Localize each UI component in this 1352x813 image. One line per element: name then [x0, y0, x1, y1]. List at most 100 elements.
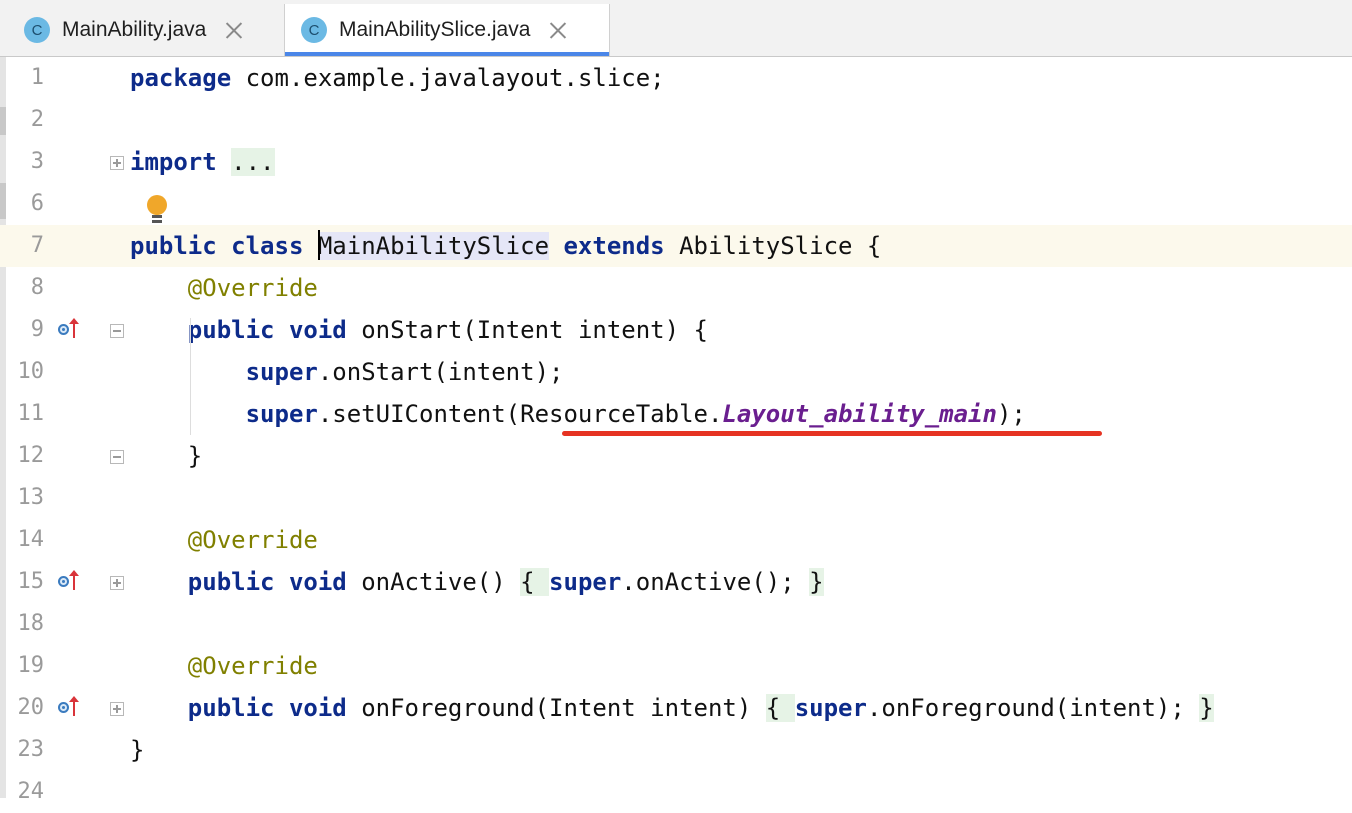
line-number: 3	[30, 149, 44, 174]
annotation-token: @Override	[187, 652, 318, 680]
keyword-token: package	[130, 64, 232, 92]
line-number: 2	[30, 107, 44, 132]
editor-tab-bar: C MainAbility.java C MainAbilitySlice.ja…	[0, 0, 1352, 57]
code-line[interactable]: 3 import ...	[0, 141, 1352, 183]
static-field-token: Layout_ability_main	[722, 400, 997, 428]
keyword-token: public void	[187, 568, 347, 596]
tab-label: MainAbility.java	[62, 18, 207, 41]
code-line[interactable]: 1 package com.example.javalayout.slice;	[0, 57, 1352, 99]
code-token: );	[996, 400, 1026, 428]
code-text[interactable]: public void onStart(Intent intent) {	[130, 309, 708, 351]
line-number: 7	[30, 233, 44, 258]
code-line[interactable]: 13	[0, 477, 1352, 519]
code-token: .onForeground(intent);	[866, 694, 1200, 722]
code-token: onActive()	[346, 568, 521, 596]
tab-mainability[interactable]: C MainAbility.java	[12, 4, 280, 56]
code-token: AbilitySlice {	[664, 232, 882, 260]
code-text[interactable]: }	[130, 729, 144, 771]
keyword-token: super	[549, 568, 622, 596]
code-line[interactable]: 11 super.setUIContent(ResourceTable.Layo…	[0, 393, 1352, 435]
code-text[interactable]: public void onForeground(Intent intent) …	[130, 687, 1214, 729]
keyword-token: public class	[130, 232, 304, 260]
line-number: 1	[30, 65, 44, 90]
code-line[interactable]: 8 @Override	[0, 267, 1352, 309]
line-number: 12	[17, 443, 45, 468]
fold-expand-icon[interactable]	[110, 156, 124, 170]
line-number: 11	[17, 401, 45, 426]
line-number: 18	[17, 611, 45, 636]
line-number: 24	[17, 779, 45, 804]
text-caret	[317, 230, 320, 260]
code-line[interactable]: 10 super.onStart(intent);	[0, 351, 1352, 393]
keyword-token: super	[245, 400, 318, 428]
code-line[interactable]: 9 public void onStart(Intent intent) {	[0, 309, 1352, 351]
code-line[interactable]: 12 }	[0, 435, 1352, 477]
code-text[interactable]: super.setUIContent(ResourceTable.Layout_…	[130, 393, 1026, 435]
red-underline-annotation	[562, 431, 1102, 436]
code-text[interactable]: public class MainAbilitySlice extends Ab…	[130, 225, 881, 267]
indent-guide	[190, 318, 191, 435]
code-token: }	[130, 736, 145, 764]
folded-region[interactable]: ...	[231, 148, 275, 176]
code-line[interactable]: 14 @Override	[0, 519, 1352, 561]
code-line[interactable]: 24	[0, 771, 1352, 813]
code-line[interactable]: 23}	[0, 729, 1352, 771]
line-number: 23	[17, 737, 45, 762]
fold-expand-icon[interactable]	[110, 702, 124, 716]
close-icon[interactable]	[224, 20, 244, 40]
code-line[interactable]: 19 @Override	[0, 645, 1352, 687]
code-text[interactable]: import ...	[130, 141, 275, 183]
keyword-token: super	[794, 694, 867, 722]
folded-region[interactable]: {	[765, 694, 795, 722]
tab-label: MainAbilitySlice.java	[339, 18, 531, 41]
code-text[interactable]: }	[130, 435, 202, 477]
code-text[interactable]: super.onStart(intent);	[130, 351, 564, 393]
code-line[interactable]: 15 public void onActive() { super.onActi…	[0, 561, 1352, 603]
fold-end-icon[interactable]	[110, 450, 124, 464]
code-token: }	[130, 442, 203, 470]
code-line[interactable]: 2	[0, 99, 1352, 141]
folded-region[interactable]: }	[809, 568, 824, 596]
folded-region[interactable]: {	[520, 568, 550, 596]
code-line[interactable]: 18	[0, 603, 1352, 645]
code-text[interactable]: package com.example.javalayout.slice;	[130, 57, 665, 99]
code-token: .onStart(intent);	[317, 358, 564, 386]
override-icon[interactable]	[58, 318, 82, 342]
code-token: onStart(Intent intent) {	[346, 316, 708, 344]
lightbulb-icon[interactable]	[146, 195, 168, 225]
tab-mainabilityslice[interactable]: C MainAbilitySlice.java	[284, 4, 610, 56]
folded-region[interactable]: }	[1199, 694, 1214, 722]
code-line[interactable]: 6	[0, 183, 1352, 225]
code-text[interactable]: @Override	[130, 645, 318, 687]
class-icon: C	[301, 17, 327, 43]
code-text[interactable]: @Override	[130, 267, 318, 309]
code-text[interactable]: public void onActive() { super.onActive(…	[130, 561, 824, 603]
annotation-token: @Override	[187, 526, 318, 554]
code-line[interactable]: 20 public void onForeground(Intent inten…	[0, 687, 1352, 729]
keyword-token: public void	[187, 694, 347, 722]
override-icon[interactable]	[58, 570, 82, 594]
line-number: 15	[17, 569, 45, 594]
override-icon[interactable]	[58, 696, 82, 720]
fold-expand-icon[interactable]	[110, 576, 124, 590]
code-text[interactable]: @Override	[130, 519, 318, 561]
fold-collapse-icon[interactable]	[110, 324, 124, 338]
line-number: 14	[17, 527, 45, 552]
annotation-token: @Override	[187, 274, 318, 302]
close-icon[interactable]	[548, 20, 568, 40]
code-line[interactable]: 7 public class MainAbilitySlice extends A…	[0, 225, 1352, 267]
line-number: 8	[30, 275, 44, 300]
keyword-token: import	[130, 148, 217, 176]
code-token: onForeground(Intent intent)	[346, 694, 766, 722]
code-editor[interactable]: 1 package com.example.javalayout.slice; 2 3…	[0, 57, 1352, 804]
highlighted-identifier: MainAbilitySlice	[317, 232, 550, 260]
